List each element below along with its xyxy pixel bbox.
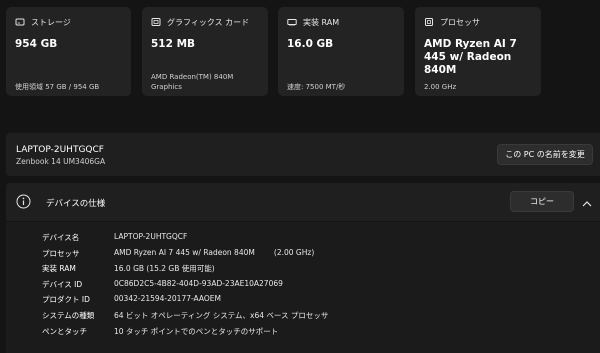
storage-value: 954 GB: [15, 38, 58, 50]
device-specs-title: デバイスの仕様: [46, 199, 106, 209]
spec-row-system-type: システムの種類 64 ビット オペレーティング システム、x64 ベース プロセ…: [42, 310, 328, 324]
spec-key: プロセッサ: [42, 249, 80, 258]
spec-row-ram: 実装 RAM 16.0 GB (15.2 GB 使用可能): [42, 263, 215, 277]
spec-key: ペンとタッチ: [42, 327, 87, 336]
pc-model: Zenbook 14 UM3406GA: [16, 157, 106, 166]
chevron-up-icon[interactable]: [581, 195, 593, 207]
processor-card: プロセッサ AMD Ryzen AI 7 445 w/ Radeon 840M …: [415, 7, 541, 96]
spec-value: AMD Ryzen AI 7 445 w/ Radeon 840M (2.00 …: [114, 248, 315, 257]
processor-value: AMD Ryzen AI 7 445 w/ Radeon 840M: [424, 38, 517, 76]
spec-key: デバイス名: [42, 233, 80, 242]
spec-row-pen-touch: ペンとタッチ 10 タッチ ポイントでのペンとタッチのサポート: [42, 326, 278, 340]
graphics-card-icon: [151, 17, 161, 27]
rename-pc-button[interactable]: この PC の名前を変更: [497, 144, 593, 165]
graphics-value: 512 MB: [151, 38, 196, 50]
spec-key: 実装 RAM: [42, 264, 76, 273]
spec-row-processor: プロセッサ AMD Ryzen AI 7 445 w/ Radeon 840M …: [42, 248, 314, 262]
copy-button[interactable]: コピー: [510, 191, 574, 212]
spec-row-device-name: デバイス名 LAPTOP-2UHTGQCF: [42, 232, 187, 246]
processor-speed: 2.00 GHz: [424, 83, 457, 91]
spec-value: 00342-21594-20177-AAOEM: [114, 294, 221, 303]
device-specs-body: デバイス名 LAPTOP-2UHTGQCF プロセッサ AMD Ryzen AI…: [6, 222, 600, 353]
pc-name: LAPTOP-2UHTGQCF: [16, 145, 104, 155]
storage-label: ストレージ: [31, 17, 71, 27]
device-specs-header[interactable]: デバイスの仕様 コピー: [6, 183, 600, 221]
ram-card: 実装 RAM 16.0 GB 速度: 7500 MT/秒: [278, 7, 404, 96]
spec-value: 10 タッチ ポイントでのペンとタッチのサポート: [114, 327, 279, 336]
spec-row-product-id: プロダクト ID 00342-21594-20177-AAOEM: [42, 294, 221, 308]
ram-value: 16.0 GB: [287, 38, 334, 50]
spec-key: デバイス ID: [42, 280, 83, 289]
processor-icon: [424, 17, 434, 27]
spec-key: プロダクト ID: [42, 295, 90, 304]
pc-name-bar: LAPTOP-2UHTGQCF Zenbook 14 UM3406GA この P…: [6, 133, 600, 176]
storage-card: ストレージ 954 GB 使用領域 57 GB / 954 GB: [6, 7, 131, 96]
info-icon: [16, 194, 31, 209]
graphics-card: グラフィックス カード 512 MB AMD Radeon(TM) 840M G…: [142, 7, 268, 96]
ram-speed: 速度: 7500 MT/秒: [287, 83, 346, 91]
storage-usage: 使用領域 57 GB / 954 GB: [15, 83, 100, 91]
spec-row-device-id: デバイス ID 0C86D2C5-4B82-404D-93AD-23AE10A2…: [42, 279, 283, 293]
processor-label: プロセッサ: [440, 17, 480, 27]
spec-value: LAPTOP-2UHTGQCF: [114, 232, 188, 241]
graphics-name: AMD Radeon(TM) 840M Graphics: [151, 73, 234, 91]
ram-label: 実装 RAM: [303, 17, 340, 27]
graphics-label: グラフィックス カード: [167, 17, 250, 27]
spec-value: 16.0 GB (15.2 GB 使用可能): [114, 264, 215, 273]
storage-icon: [15, 17, 25, 27]
spec-value: 64 ビット オペレーティング システム、x64 ベース プロセッサ: [114, 311, 329, 320]
ram-icon: [287, 17, 297, 27]
spec-key: システムの種類: [42, 311, 95, 320]
spec-value: 0C86D2C5-4B82-404D-93AD-23AE10A27069: [114, 279, 283, 288]
